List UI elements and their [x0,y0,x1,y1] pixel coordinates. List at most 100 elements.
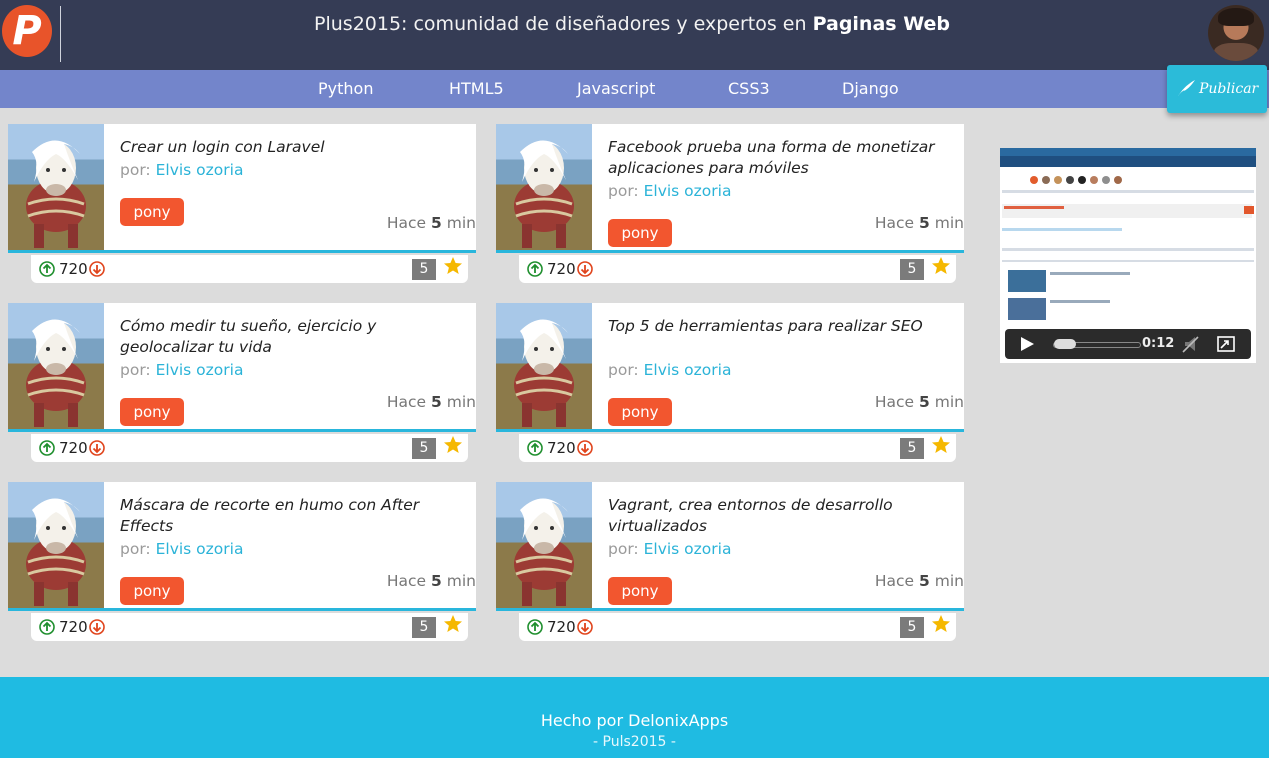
author-link[interactable]: Elvis ozoria [644,361,732,379]
time-value: 5 [431,572,442,590]
author-prefix: por: [608,182,639,200]
comment-count-badge[interactable]: 5 [412,617,436,638]
nav-item-html5[interactable]: HTML5 [449,79,504,98]
time-unit: min [934,214,964,232]
pony-image [514,140,574,248]
arrow-down-circle-icon[interactable] [89,261,105,277]
post-actions: 720 5 [31,613,468,641]
post-card: Cómo medir tu sueño, ejercicio y geoloca… [8,303,478,463]
author-prefix: por: [120,361,151,379]
arrow-down-circle-icon[interactable] [577,261,593,277]
author-link[interactable]: Elvis ozoria [156,361,244,379]
comment-count-badge[interactable]: 5 [900,259,924,280]
time-prefix: Hace [386,214,427,232]
post-thumbnail[interactable] [8,303,104,429]
post-thumbnail[interactable] [496,303,592,429]
pony-image [514,319,574,427]
post-time: Hace 5 min [387,393,476,411]
post-title[interactable]: Crear un login con Laravel [120,137,470,158]
publish-button[interactable]: Publicar [1167,65,1267,113]
site-title-text: Plus2015: comunidad de diseñadores y exp… [314,13,807,35]
post-title[interactable]: Vagrant, crea entornos de desarrollo vir… [608,495,958,537]
post-actions: 720 5 [519,255,956,283]
time-unit: min [934,572,964,590]
post-tag[interactable]: pony [608,398,672,426]
post-thumbnail[interactable] [496,124,592,250]
post-actions: 720 5 [519,434,956,462]
post-title[interactable]: Cómo medir tu sueño, ejercicio y geoloca… [120,316,470,358]
post-thumbnail[interactable] [8,124,104,250]
fullscreen-icon[interactable] [1217,336,1235,352]
mute-icon[interactable] [1181,335,1199,353]
star-icon[interactable] [443,435,463,455]
nav-item-python[interactable]: Python [318,79,373,98]
post-time: Hace 5 min [387,214,476,232]
arrow-down-circle-icon[interactable] [89,619,105,635]
post-tag[interactable]: pony [608,219,672,247]
author-link[interactable]: Elvis ozoria [644,182,732,200]
post-card: Top 5 de herramientas para realizar SEO … [496,303,966,463]
category-nav: Python HTML5 Javascript CSS3 Django [0,70,1269,108]
post-thumbnail[interactable] [8,482,104,608]
arrow-up-circle-icon[interactable] [527,619,543,635]
post-tag[interactable]: pony [608,577,672,605]
post-tag[interactable]: pony [120,398,184,426]
post-title[interactable]: Máscara de recorte en humo con After Eff… [120,495,470,537]
arrow-down-circle-icon[interactable] [577,440,593,456]
post-tag[interactable]: pony [120,577,184,605]
nav-item-css3[interactable]: CSS3 [728,79,770,98]
site-logo[interactable]: P [2,5,52,57]
post-thumbnail[interactable] [496,482,592,608]
arrow-down-circle-icon[interactable] [89,440,105,456]
post-title[interactable]: Facebook prueba una forma de monetizar a… [608,137,958,179]
post-actions: 720 5 [519,613,956,641]
author-link[interactable]: Elvis ozoria [644,540,732,558]
post-card-body: Vagrant, crea entornos de desarrollo vir… [496,482,964,611]
time-prefix: Hace [386,572,427,590]
post-author: por: Elvis ozoria [120,361,243,379]
post-card-body: Facebook prueba una forma de monetizar a… [496,124,964,253]
comment-count-badge[interactable]: 5 [900,617,924,638]
video-seek-handle[interactable] [1054,339,1077,349]
vote-count: 720 [547,618,576,636]
comment-count-badge[interactable]: 5 [900,438,924,459]
post-title[interactable]: Top 5 de herramientas para realizar SEO [608,316,958,337]
star-icon[interactable] [931,256,951,276]
post-author: por: Elvis ozoria [608,182,731,200]
comment-count-badge[interactable]: 5 [412,259,436,280]
video-time: 0:12 [1142,336,1175,351]
logo-divider [60,6,61,62]
pony-image [514,498,574,606]
star-icon[interactable] [931,614,951,634]
nav-item-javascript[interactable]: Javascript [577,79,655,98]
vote-count: 720 [59,618,88,636]
site-title: Plus2015: comunidad de diseñadores y exp… [250,13,1014,35]
author-prefix: por: [120,161,151,179]
play-icon[interactable] [1019,336,1035,352]
site-footer: Hecho por DelonixApps - Puls2015 - [0,677,1269,758]
post-time: Hace 5 min [875,214,964,232]
user-avatar[interactable] [1208,5,1264,61]
author-link[interactable]: Elvis ozoria [156,540,244,558]
arrow-up-circle-icon[interactable] [39,261,55,277]
arrow-up-circle-icon[interactable] [39,619,55,635]
post-tag[interactable]: pony [120,198,184,226]
arrow-up-circle-icon[interactable] [39,440,55,456]
arrow-up-circle-icon[interactable] [527,440,543,456]
post-actions: 720 5 [31,255,468,283]
comment-count-badge[interactable]: 5 [412,438,436,459]
author-link[interactable]: Elvis ozoria [156,161,244,179]
arrow-down-circle-icon[interactable] [577,619,593,635]
post-card-body: Máscara de recorte en humo con After Eff… [8,482,476,611]
time-value: 5 [431,393,442,411]
author-prefix: por: [608,540,639,558]
time-value: 5 [431,214,442,232]
star-icon[interactable] [443,614,463,634]
star-icon[interactable] [443,256,463,276]
site-header: P Plus2015: comunidad de diseñadores y e… [0,0,1269,70]
time-unit: min [934,393,964,411]
arrow-up-circle-icon[interactable] [527,261,543,277]
nav-item-django[interactable]: Django [842,79,899,98]
post-author: por: Elvis ozoria [120,161,243,179]
star-icon[interactable] [931,435,951,455]
